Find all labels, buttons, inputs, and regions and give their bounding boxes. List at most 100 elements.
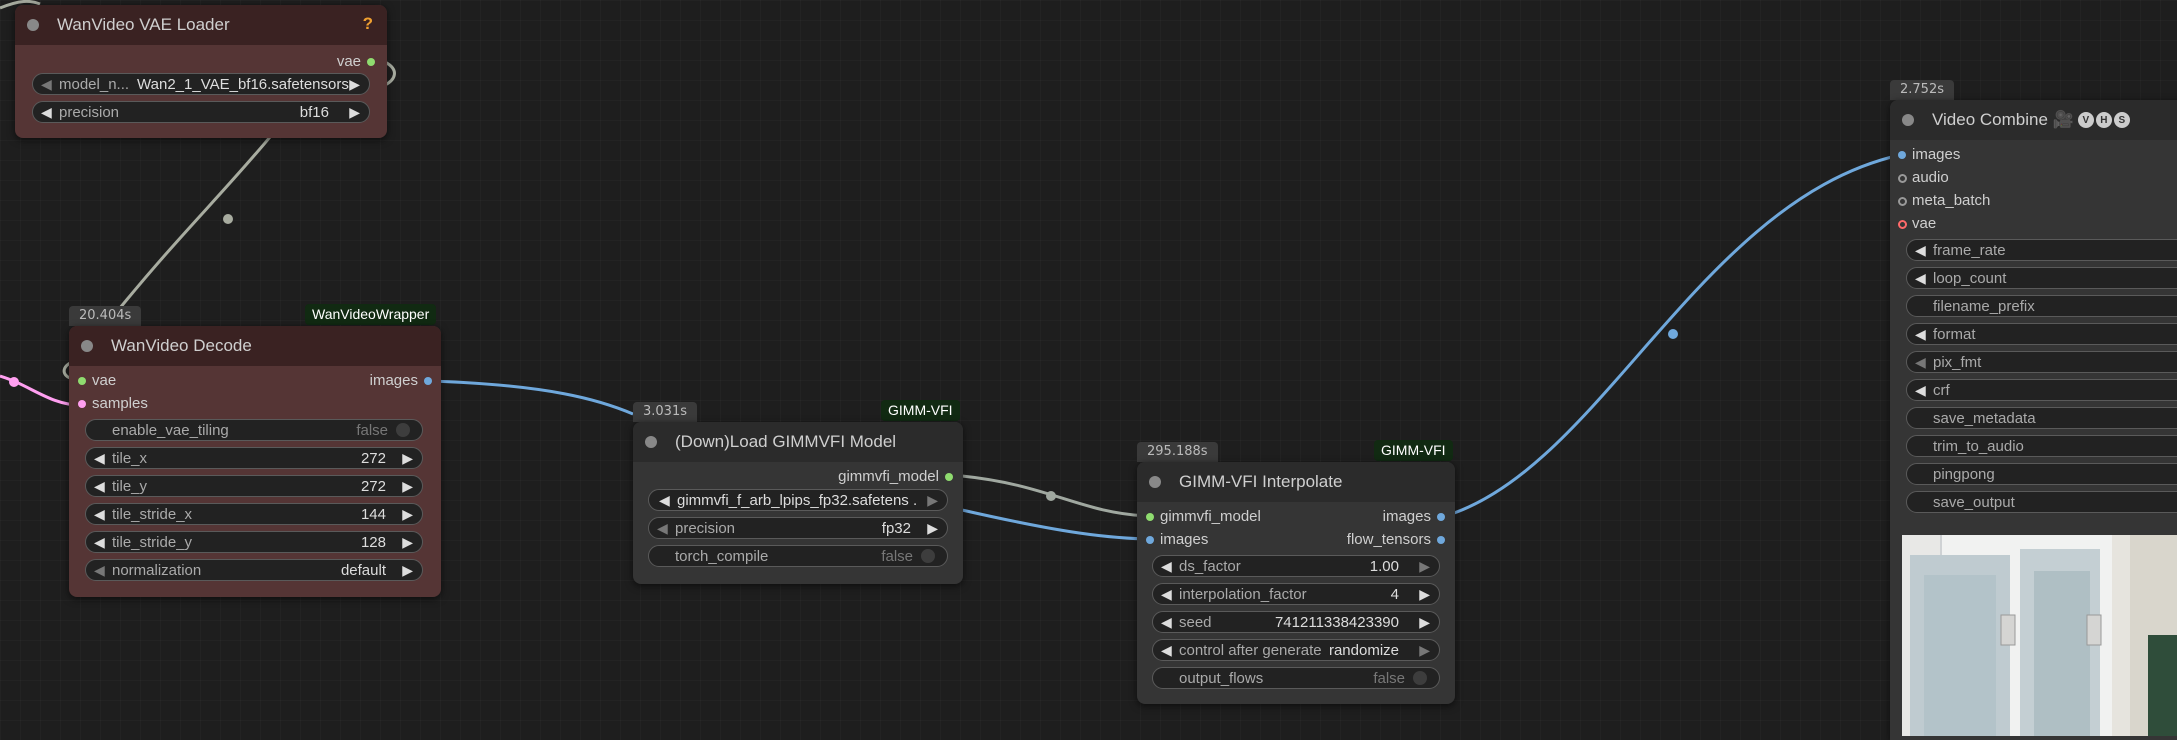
slot-dot-icon[interactable] [1437, 513, 1445, 521]
arrow-left-icon[interactable]: ◀ [657, 520, 668, 537]
collapse-icon[interactable] [1149, 476, 1161, 488]
decode-in-vae[interactable]: vae [78, 372, 116, 390]
decode-node[interactable]: WanVideo Decode vae samples images enabl… [69, 326, 441, 597]
torch-compile-toggle[interactable]: torch_compile false [648, 545, 948, 567]
decode-in-samples[interactable]: samples [78, 395, 148, 413]
loop-count-number[interactable]: ◀ loop_count [1906, 267, 2177, 289]
decode-out-images[interactable]: images [370, 372, 432, 390]
arrow-left-icon[interactable]: ◀ [1161, 614, 1172, 631]
link-decode-images[interactable] [429, 379, 634, 416]
arrow-left-icon[interactable]: ◀ [41, 104, 52, 121]
arrow-right-icon[interactable]: ▶ [1419, 586, 1430, 603]
arrow-right-icon[interactable]: ▶ [402, 562, 413, 579]
toggle-knob-icon[interactable] [921, 549, 935, 563]
collapse-icon[interactable] [27, 19, 39, 31]
enable-vae-tiling-toggle[interactable]: enable_vae_tiling false [85, 419, 423, 441]
collapse-icon[interactable] [81, 340, 93, 352]
vae-loader-out-vae[interactable]: vae [337, 53, 375, 71]
vae-model-combo[interactable]: ◀ model_n... Wan2_1_VAE_bf16.safetensors… [32, 73, 370, 95]
arrow-left-icon[interactable]: ◀ [1915, 326, 1926, 343]
pix-fmt-combo[interactable]: ◀ pix_fmt [1906, 351, 2177, 373]
arrow-right-icon[interactable]: ▶ [927, 492, 938, 509]
link-combine-images-midpoint[interactable] [1668, 329, 1678, 339]
interp-in-model[interactable]: gimmvfi_model [1146, 508, 1261, 526]
arrow-left-icon[interactable]: ◀ [94, 534, 105, 551]
toggle-knob-icon[interactable] [1413, 671, 1427, 685]
link-samples-midpoint[interactable] [9, 377, 19, 387]
slot-dot-icon[interactable] [1898, 197, 1907, 206]
arrow-right-icon[interactable]: ▶ [1419, 614, 1430, 631]
gimm-loader-out-model[interactable]: gimmvfi_model [838, 468, 953, 486]
arrow-right-icon[interactable]: ▶ [402, 534, 413, 551]
gimm-precision-combo[interactable]: ◀ precision fp32 ▶ [648, 517, 948, 539]
slot-dot-icon[interactable] [1898, 220, 1907, 229]
arrow-left-icon[interactable]: ◀ [41, 76, 52, 93]
seed-number[interactable]: ◀ seed 741211338423390 ▶ [1152, 611, 1440, 633]
save-metadata-toggle[interactable]: save_metadata [1906, 407, 2177, 429]
save-output-toggle[interactable]: save_output [1906, 491, 2177, 513]
toggle-knob-icon[interactable] [396, 423, 410, 437]
format-combo[interactable]: ◀ format [1906, 323, 2177, 345]
crf-number[interactable]: ◀ crf [1906, 379, 2177, 401]
tile-stride-y-number[interactable]: ◀ tile_stride_y 128 ▶ [85, 531, 423, 553]
video-preview[interactable] [1902, 535, 2177, 736]
filename-prefix-text[interactable]: filename_prefix [1906, 295, 2177, 317]
slot-dot-icon[interactable] [1146, 513, 1154, 521]
gimm-loader-node[interactable]: (Down)Load GIMMVFI Model gimmvfi_model ◀… [633, 422, 963, 584]
interpolation-factor-number[interactable]: ◀ interpolation_factor 4 ▶ [1152, 583, 1440, 605]
tile-x-number[interactable]: ◀ tile_x 272 ▶ [85, 447, 423, 469]
arrow-left-icon[interactable]: ◀ [1915, 354, 1926, 371]
tile-stride-x-number[interactable]: ◀ tile_stride_x 144 ▶ [85, 503, 423, 525]
arrow-right-icon[interactable]: ▶ [402, 506, 413, 523]
vae-loader-node[interactable]: WanVideo VAE Loader ? vae ◀ model_n... W… [15, 5, 387, 138]
interp-in-images[interactable]: images [1146, 531, 1208, 549]
tile-y-number[interactable]: ◀ tile_y 272 ▶ [85, 475, 423, 497]
arrow-right-icon[interactable]: ▶ [927, 520, 938, 537]
control-after-generate-combo[interactable]: ◀ control after generate randomize ▶ [1152, 639, 1440, 661]
slot-dot-icon[interactable] [1898, 151, 1906, 159]
arrow-right-icon[interactable]: ▶ [402, 478, 413, 495]
slot-dot-icon[interactable] [424, 377, 432, 385]
normalization-combo[interactable]: ◀ normalization default ▶ [85, 559, 423, 581]
arrow-left-icon[interactable]: ◀ [1161, 642, 1172, 659]
decode-title[interactable]: WanVideo Decode [69, 326, 441, 366]
vae-precision-combo[interactable]: ◀ precision bf16 ▶ [32, 101, 370, 123]
slot-dot-icon[interactable] [945, 473, 953, 481]
arrow-left-icon[interactable]: ◀ [659, 492, 670, 509]
arrow-right-icon[interactable]: ▶ [1419, 642, 1430, 659]
help-icon[interactable]: ? [363, 14, 373, 34]
link-vae-midpoint[interactable] [223, 214, 233, 224]
arrow-left-icon[interactable]: ◀ [94, 478, 105, 495]
collapse-icon[interactable] [1902, 114, 1914, 126]
interp-title[interactable]: GIMM-VFI Interpolate [1137, 462, 1455, 502]
frame-rate-number[interactable]: ◀ frame_rate [1906, 239, 2177, 261]
slot-dot-icon[interactable] [1437, 536, 1445, 544]
collapse-icon[interactable] [645, 436, 657, 448]
combine-title[interactable]: Video Combine 🎥 V H S [1890, 100, 2177, 140]
gimm-model-combo[interactable]: ◀ gimmvfi_f_arb_lpips_fp32.safetens ... … [648, 489, 948, 511]
arrow-right-icon[interactable]: ▶ [402, 450, 413, 467]
ds-factor-number[interactable]: ◀ ds_factor 1.00 ▶ [1152, 555, 1440, 577]
arrow-left-icon[interactable]: ◀ [94, 506, 105, 523]
link-gimm-model-midpoint[interactable] [1046, 491, 1056, 501]
pingpong-toggle[interactable]: pingpong [1906, 463, 2177, 485]
combine-in-meta-batch[interactable]: meta_batch [1898, 192, 1990, 210]
combine-in-images[interactable]: images [1898, 146, 1960, 164]
slot-dot-icon[interactable] [1146, 536, 1154, 544]
slot-dot-icon[interactable] [78, 400, 86, 408]
arrow-right-icon[interactable]: ▶ [349, 76, 360, 93]
arrow-right-icon[interactable]: ▶ [1419, 558, 1430, 575]
interp-out-flow[interactable]: flow_tensors [1347, 531, 1445, 549]
arrow-left-icon[interactable]: ◀ [1915, 242, 1926, 259]
arrow-left-icon[interactable]: ◀ [1915, 270, 1926, 287]
arrow-left-icon[interactable]: ◀ [94, 450, 105, 467]
interp-out-images[interactable]: images [1383, 508, 1445, 526]
interp-node[interactable]: GIMM-VFI Interpolate gimmvfi_model image… [1137, 462, 1455, 704]
trim-to-audio-toggle[interactable]: trim_to_audio [1906, 435, 2177, 457]
arrow-left-icon[interactable]: ◀ [1161, 586, 1172, 603]
slot-dot-icon[interactable] [1898, 174, 1907, 183]
combine-in-vae[interactable]: vae [1898, 215, 1936, 233]
output-flows-toggle[interactable]: output_flows false [1152, 667, 1440, 689]
arrow-left-icon[interactable]: ◀ [1161, 558, 1172, 575]
arrow-right-icon[interactable]: ▶ [349, 104, 360, 121]
